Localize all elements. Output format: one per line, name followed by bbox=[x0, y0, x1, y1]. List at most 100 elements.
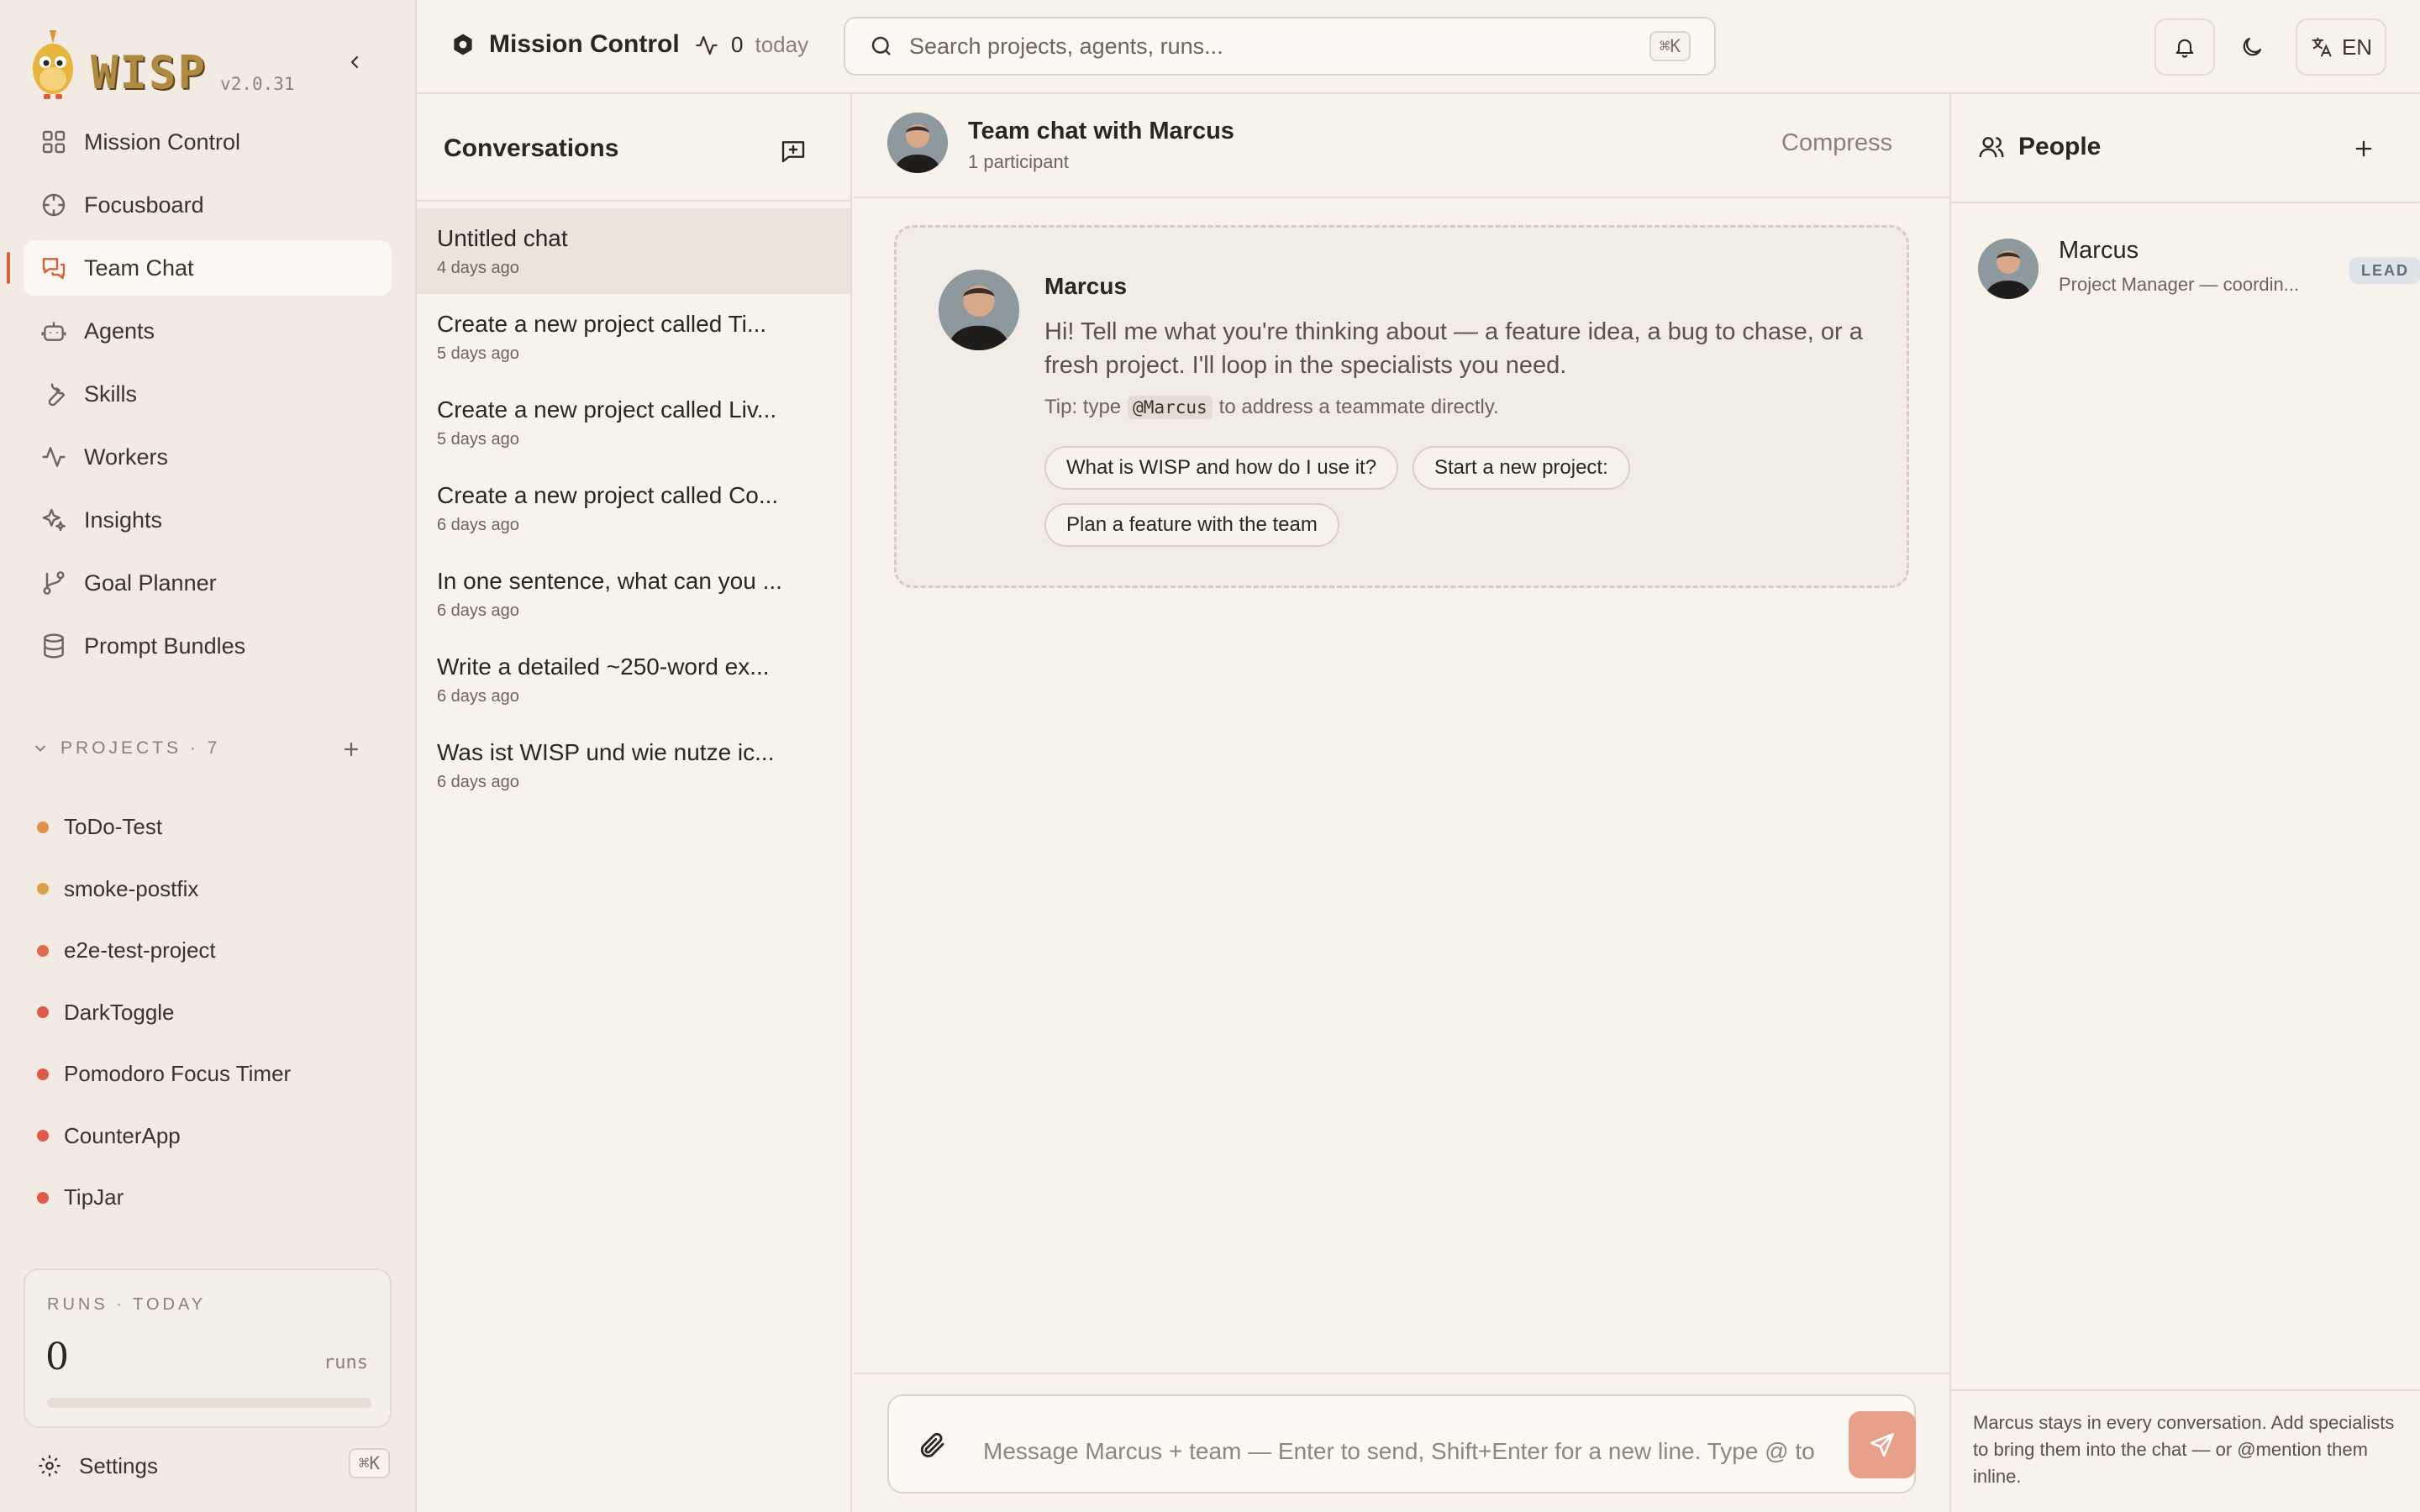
conversation-title: Create a new project called Ti... bbox=[437, 311, 767, 337]
chat-title: Team chat with Marcus bbox=[968, 118, 1234, 144]
runs-value: 0 bbox=[45, 1336, 69, 1378]
notifications-button[interactable] bbox=[2154, 18, 2215, 76]
project-status-dot bbox=[37, 883, 49, 895]
activity-indicator[interactable]: 0 today bbox=[694, 32, 808, 58]
conversation-item[interactable]: Create a new project called Co... 6 days … bbox=[417, 465, 850, 551]
conversation-list: Untitled chat 4 days ago Create a new proj… bbox=[417, 208, 850, 808]
person-avatar-icon bbox=[1978, 239, 2039, 299]
message-input[interactable] bbox=[983, 1438, 1823, 1465]
participant-count: 1 participant bbox=[968, 151, 1069, 172]
conversation-time: 5 days ago bbox=[437, 430, 519, 449]
language-button[interactable]: EN bbox=[2296, 18, 2386, 76]
global-search[interactable]: ⌘K bbox=[844, 17, 1716, 76]
mission-control-title[interactable]: Mission Control bbox=[450, 30, 680, 59]
send-button[interactable] bbox=[1849, 1411, 1916, 1478]
divider bbox=[417, 200, 850, 202]
message-composer bbox=[887, 1394, 1916, 1494]
brand-name: WISP bbox=[91, 46, 208, 99]
nav-item-mission-control[interactable]: Mission Control bbox=[24, 114, 392, 170]
version-label: v2.0.31 bbox=[220, 74, 295, 94]
project-item[interactable]: DarkToggle bbox=[37, 982, 390, 1044]
nav-item-team-chat[interactable]: Team Chat bbox=[7, 240, 392, 296]
send-icon bbox=[1870, 1432, 1895, 1457]
add-project-button[interactable] bbox=[334, 732, 368, 766]
person-item[interactable]: Marcus Project Manager — coordin... LEAD bbox=[1978, 228, 2420, 299]
project-status-dot bbox=[37, 1068, 49, 1080]
project-item[interactable]: e2e-test-project bbox=[37, 920, 390, 982]
topbar-title: Mission Control bbox=[489, 30, 680, 58]
project-item[interactable]: smoke-postfix bbox=[37, 858, 390, 921]
translate-icon bbox=[2312, 37, 2332, 57]
nav-item-label: Insights bbox=[84, 507, 163, 533]
compress-button[interactable]: Compress bbox=[1781, 129, 1892, 157]
project-status-dot bbox=[37, 1130, 49, 1142]
theme-toggle-button[interactable] bbox=[2223, 18, 2281, 76]
conversation-time: 6 days ago bbox=[437, 773, 519, 791]
suggestion-chip[interactable]: Start a new project: bbox=[1413, 446, 1630, 490]
project-status-dot bbox=[37, 1006, 49, 1019]
people-footer-note: Marcus stays in every conversation. Add … bbox=[1973, 1412, 2395, 1487]
add-person-button[interactable] bbox=[2343, 128, 2385, 170]
conversations-panel: Conversations Untitled chat 4 days ago Cre… bbox=[417, 94, 852, 1512]
conversation-item[interactable]: Untitled chat 4 days ago bbox=[417, 208, 850, 294]
divider bbox=[854, 1373, 1949, 1374]
main-nav: Mission Control Focusboard Team Chat Age… bbox=[7, 114, 392, 681]
runs-unit: runs bbox=[324, 1352, 368, 1373]
sidebar: WISP v2.0.31 Mission Control Focusboard … bbox=[0, 0, 417, 1512]
nav-item-workers[interactable]: Workers bbox=[24, 429, 392, 485]
nav-item-label: Focusboard bbox=[84, 192, 204, 218]
activity-icon bbox=[696, 35, 718, 55]
conversation-time: 6 days ago bbox=[437, 687, 519, 706]
conversation-title: Was ist WISP und wie nutze ic... bbox=[437, 739, 775, 765]
robot-icon bbox=[41, 322, 66, 341]
conversation-item[interactable]: In one sentence, what can you ... 6 days … bbox=[417, 551, 850, 637]
nav-item-agents[interactable]: Agents bbox=[24, 303, 392, 359]
search-input[interactable] bbox=[909, 33, 1598, 60]
project-name: ToDo-Test bbox=[64, 814, 163, 840]
project-item[interactable]: Pomodoro Focus Timer bbox=[37, 1043, 390, 1105]
conversation-item[interactable]: Was ist WISP und wie nutze ic... 6 days a… bbox=[417, 722, 850, 808]
avatar[interactable] bbox=[887, 113, 948, 173]
nav-item-goal-planner[interactable]: Goal Planner bbox=[24, 555, 392, 611]
project-name: e2e-test-project bbox=[64, 937, 216, 963]
activity-icon bbox=[42, 447, 66, 467]
project-item[interactable]: CounterApp bbox=[37, 1105, 390, 1168]
attach-button[interactable] bbox=[918, 1430, 948, 1460]
new-conversation-button[interactable] bbox=[770, 128, 817, 175]
collapse-sidebar-button[interactable] bbox=[336, 44, 373, 81]
conversation-item[interactable]: Create a new project called Ti... 5 days … bbox=[417, 294, 850, 380]
conversation-title: Create a new project called Liv... bbox=[437, 396, 777, 423]
settings-button[interactable]: Settings ⌘K bbox=[37, 1445, 390, 1487]
tip-prefix: Tip: type bbox=[1044, 396, 1122, 418]
conversation-item[interactable]: Create a new project called Liv... 5 days… bbox=[417, 380, 850, 465]
person-role: Project Manager — coordin... bbox=[2059, 274, 2300, 295]
projects-header[interactable]: PROJECTS · 7 bbox=[32, 734, 368, 763]
suggestion-chip[interactable]: What is WISP and how do I use it? bbox=[1044, 446, 1399, 490]
people-header: People bbox=[1978, 133, 2101, 161]
plus-icon bbox=[2355, 140, 2372, 157]
nav-item-skills[interactable]: Skills bbox=[24, 366, 392, 422]
wrench-icon bbox=[48, 383, 66, 407]
people-panel: People Marcus Project Manager — coordin.… bbox=[1949, 94, 2420, 1512]
message-plus-icon bbox=[781, 141, 805, 163]
project-item[interactable]: ToDo-Test bbox=[37, 796, 390, 858]
conversation-title: Write a detailed ~250-word ex... bbox=[437, 654, 770, 680]
nav-item-label: Goal Planner bbox=[84, 570, 217, 596]
settings-shortcut: ⌘K bbox=[348, 1448, 390, 1478]
project-name: Pomodoro Focus Timer bbox=[64, 1061, 292, 1087]
grid-icon bbox=[42, 130, 66, 154]
nav-item-prompt-bundles[interactable]: Prompt Bundles bbox=[24, 618, 392, 674]
nav-item-focusboard[interactable]: Focusboard bbox=[24, 177, 392, 233]
project-status-dot bbox=[37, 1191, 49, 1204]
tip-suffix: to address a teammate directly. bbox=[1218, 396, 1499, 418]
brand[interactable]: WISP v2.0.31 bbox=[27, 24, 295, 99]
project-name: smoke-postfix bbox=[64, 875, 199, 901]
conversation-time: 5 days ago bbox=[437, 344, 519, 363]
nav-item-insights[interactable]: Insights bbox=[24, 492, 392, 548]
conversation-item[interactable]: Write a detailed ~250-word ex... 6 days a… bbox=[417, 637, 850, 722]
project-item[interactable]: TipJar bbox=[37, 1167, 390, 1229]
suggestion-chip[interactable]: Plan a feature with the team bbox=[1044, 503, 1339, 547]
hexagon-logo-icon bbox=[454, 34, 472, 55]
project-status-dot bbox=[37, 821, 49, 833]
divider bbox=[854, 197, 1949, 198]
